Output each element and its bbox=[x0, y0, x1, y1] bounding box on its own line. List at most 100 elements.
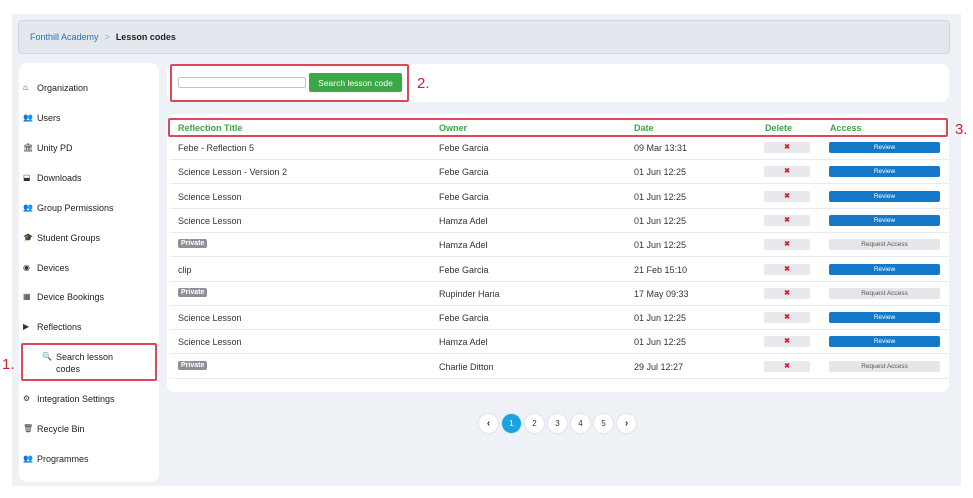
page-button-3[interactable]: 3 bbox=[548, 414, 567, 433]
review-button[interactable]: Review bbox=[829, 190, 940, 202]
row-title: clip bbox=[178, 264, 192, 275]
sidebar-item-reflections[interactable]: ▶ Reflections bbox=[23, 321, 82, 333]
row-owner: Hamza Adel bbox=[439, 337, 488, 348]
column-header-date[interactable]: Date bbox=[634, 123, 654, 133]
table-row: Private Rupinder Haria 17 May 09:33 ✖ Reques… bbox=[170, 282, 948, 306]
column-header-owner[interactable]: Owner bbox=[439, 123, 467, 133]
row-date: 09 Mar 13:31 bbox=[634, 143, 688, 153]
private-badge: Private bbox=[178, 239, 208, 249]
review-button[interactable]: Review bbox=[829, 214, 940, 226]
row-date: 01 Jun 12:25 bbox=[634, 337, 687, 348]
delete-button[interactable]: ✖ bbox=[764, 214, 810, 226]
search-lesson-code-button[interactable]: Search lesson code bbox=[309, 73, 402, 92]
row-owner: Charlie Ditton bbox=[439, 361, 494, 372]
sidebar-item-programmes[interactable]: 👥 Programmes bbox=[23, 453, 89, 465]
delete-button[interactable]: ✖ bbox=[764, 336, 810, 348]
sidebar-item-integration-settings[interactable]: ⚙ Integration Settings bbox=[23, 393, 115, 405]
lesson-code-search-input[interactable] bbox=[178, 77, 306, 88]
row-title: Science Lesson bbox=[178, 337, 242, 348]
home-icon: ⌂ bbox=[23, 83, 28, 92]
private-badge: Private bbox=[178, 287, 208, 297]
sidebar-item-label: Organization bbox=[37, 83, 89, 93]
search-icon: 🔍 bbox=[42, 352, 52, 361]
institution-icon: 🏛 bbox=[23, 143, 34, 152]
sidebar-item-users[interactable]: 👥 Users bbox=[23, 112, 61, 124]
page-button-2[interactable]: 2 bbox=[525, 414, 544, 433]
sidebar-item-label: Student Groups bbox=[37, 233, 101, 243]
delete-button[interactable]: ✖ bbox=[764, 142, 810, 153]
cogs-icon: ⚙ bbox=[23, 394, 31, 403]
table-row: Science Lesson Febe Garcia 01 Jun 12:25 ✖ Re… bbox=[170, 185, 948, 209]
users-icon: 👥 bbox=[23, 454, 33, 463]
sidebar-item-group-permissions[interactable]: 👥 Group Permissions bbox=[23, 202, 114, 214]
row-date: 29 Jul 12:27 bbox=[634, 361, 684, 372]
review-button[interactable]: Review bbox=[829, 336, 940, 348]
column-header-title[interactable]: Reflection Title bbox=[178, 123, 242, 133]
sidebar-item-search-lesson-codes[interactable]: 🔍 Search lesson codes bbox=[21, 343, 157, 381]
request-access-button[interactable]: Request Access bbox=[829, 239, 940, 251]
row-date: 01 Jun 12:25 bbox=[634, 215, 687, 226]
row-owner: Rupinder Haria bbox=[439, 288, 500, 299]
users-icon: 👥 bbox=[23, 203, 33, 212]
table-row: Science Lesson Febe Garcia 01 Jun 12:25 ✖ Re… bbox=[170, 306, 948, 331]
breadcrumb: Fonthill Academy > Lesson codes bbox=[18, 20, 950, 54]
sidebar-item-recycle-bin[interactable]: 🗑 Recycle Bin bbox=[23, 423, 85, 435]
row-title: Science Lesson bbox=[178, 215, 242, 226]
review-button[interactable]: Review bbox=[829, 263, 940, 275]
annotation-three: 3. bbox=[955, 121, 968, 138]
row-date: 01 Jun 12:25 bbox=[634, 191, 687, 202]
table-row: Science Lesson - Version 2 Febe Garcia 01 … bbox=[170, 160, 948, 185]
delete-button[interactable]: ✖ bbox=[764, 360, 810, 372]
review-button[interactable]: Review bbox=[829, 142, 940, 153]
page-button-4[interactable]: 4 bbox=[571, 414, 590, 433]
sidebar-item-label: Reflections bbox=[37, 322, 82, 332]
sidebar-item-label: Device Bookings bbox=[37, 292, 105, 302]
row-date: 21 Feb 15:10 bbox=[634, 264, 688, 275]
row-title: Science Lesson bbox=[178, 313, 242, 324]
trash-icon: 🗑 bbox=[23, 424, 34, 433]
breadcrumb-separator: > bbox=[104, 32, 110, 42]
row-title: Science Lesson bbox=[178, 191, 242, 202]
request-access-button[interactable]: Request Access bbox=[829, 360, 940, 372]
next-page-button[interactable]: › bbox=[617, 414, 636, 433]
sidebar-item-student-groups[interactable]: 🎓 Student Groups bbox=[23, 232, 100, 244]
column-header-delete: Delete bbox=[765, 123, 793, 133]
row-owner: Febe Garcia bbox=[439, 143, 489, 153]
delete-button[interactable]: ✖ bbox=[764, 190, 810, 202]
breadcrumb-current: Lesson codes bbox=[115, 32, 176, 42]
annotation-one: 1. bbox=[2, 356, 15, 373]
row-date: 17 May 09:33 bbox=[634, 288, 689, 299]
sidebar-item-label: Programmes bbox=[37, 454, 89, 464]
row-owner: Febe Garcia bbox=[439, 313, 489, 324]
graduation-cap-icon: 🎓 bbox=[23, 233, 33, 242]
table-row: Private Charlie Ditton 29 Jul 12:27 ✖ Reques… bbox=[170, 355, 948, 379]
review-button[interactable]: Review bbox=[829, 166, 940, 178]
sidebar-item-unity-pd[interactable]: 🏛 Unity PD bbox=[23, 142, 73, 154]
sidebar-item-devices[interactable]: ◉ Devices bbox=[23, 262, 69, 274]
row-title: Febe - Reflection 5 bbox=[178, 143, 255, 153]
sidebar-item-label: Search lesson codes bbox=[56, 352, 114, 374]
sidebar-item-device-bookings[interactable]: ▦ Device Bookings bbox=[23, 291, 104, 303]
row-owner: Hamza Adel bbox=[439, 215, 488, 226]
page-button-5[interactable]: 5 bbox=[594, 414, 613, 433]
table-row: Science Lesson Hamza Adel 01 Jun 12:25 ✖ Rev… bbox=[170, 209, 948, 233]
delete-button[interactable]: ✖ bbox=[764, 239, 810, 251]
prev-page-button[interactable]: ‹ bbox=[479, 414, 498, 433]
sidebar-item-label: Integration Settings bbox=[37, 394, 115, 404]
sidebar-item-downloads[interactable]: ⬓ Downloads bbox=[23, 172, 82, 184]
page-button-1[interactable]: 1 bbox=[502, 414, 521, 433]
delete-button[interactable]: ✖ bbox=[764, 312, 810, 324]
delete-button[interactable]: ✖ bbox=[764, 263, 810, 275]
delete-button[interactable]: ✖ bbox=[764, 287, 810, 299]
breadcrumb-root-link[interactable]: Fonthill Academy bbox=[30, 32, 99, 42]
sidebar-item-organization[interactable]: ⌂ Organization bbox=[23, 82, 88, 94]
review-button[interactable]: Review bbox=[829, 312, 940, 324]
request-access-button[interactable]: Request Access bbox=[829, 287, 940, 299]
private-badge: Private bbox=[178, 360, 208, 370]
pagination: ‹ 1 2 3 4 5 › bbox=[479, 414, 636, 433]
row-title: Science Lesson - Version 2 bbox=[178, 167, 288, 178]
row-owner: Febe Garcia bbox=[439, 167, 489, 178]
row-owner: Febe Garcia bbox=[439, 191, 489, 202]
play-icon: ▶ bbox=[23, 322, 30, 331]
delete-button[interactable]: ✖ bbox=[764, 166, 810, 178]
